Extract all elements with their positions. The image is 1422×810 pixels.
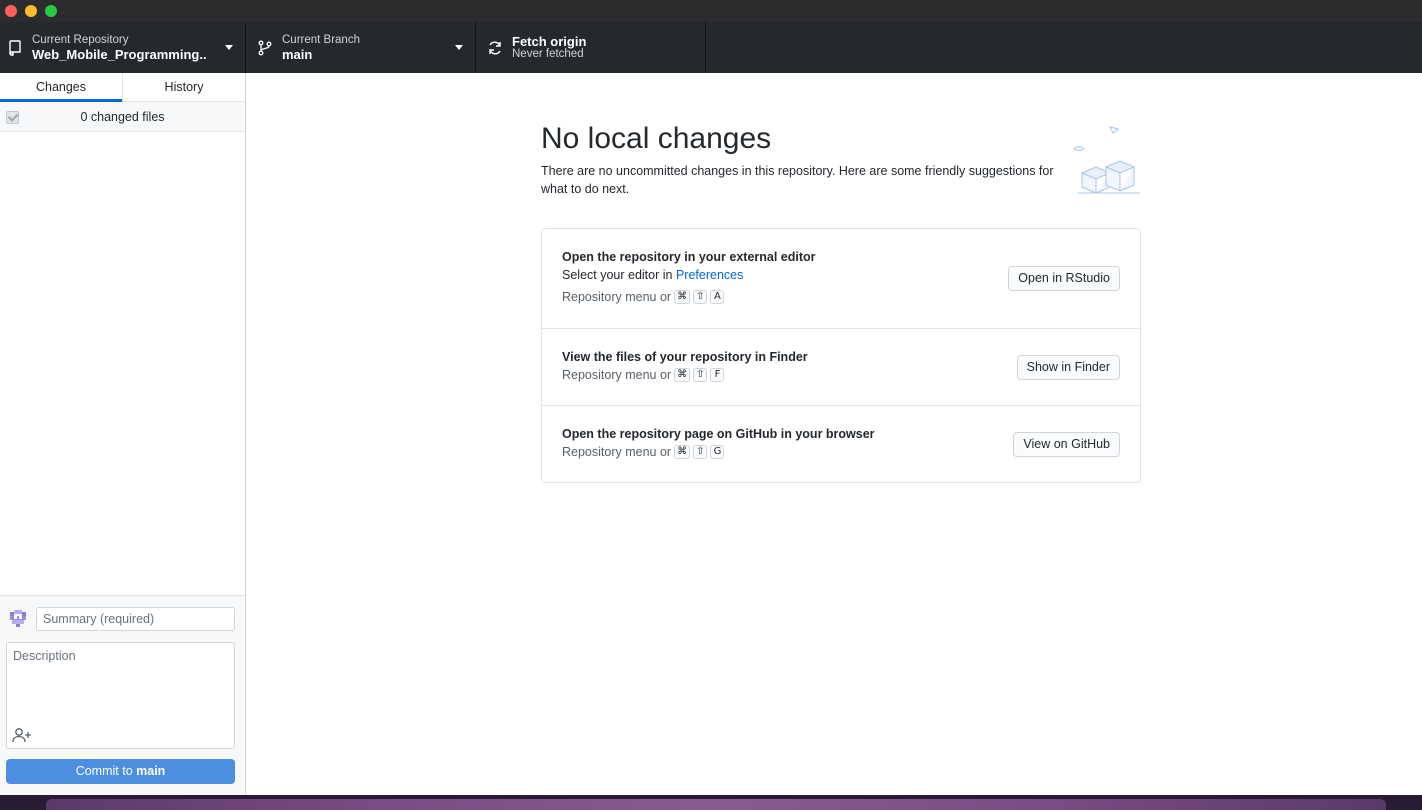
- page-title: No local changes: [541, 122, 772, 155]
- dock-bar[interactable]: [46, 799, 1386, 810]
- commit-button[interactable]: Commit to main: [6, 759, 235, 784]
- view-on-github-button[interactable]: View on GitHub: [1013, 432, 1120, 457]
- summary-input[interactable]: [36, 607, 235, 631]
- changed-files-header: 0 changed files: [0, 102, 245, 132]
- fetch-status: Never fetched: [512, 48, 584, 60]
- suggestion-open-editor: Open the repository in your external edi…: [542, 229, 1140, 329]
- suggestion-title: Open the repository page on GitHub in yo…: [562, 427, 875, 441]
- repository-icon: [9, 40, 21, 56]
- letter-key: G: [710, 445, 725, 459]
- fetch-origin-button[interactable]: Fetch origin Never fetched: [476, 22, 706, 73]
- shift-key: ⇧: [693, 290, 708, 304]
- current-repository-value: Web_Mobile_Programming...: [32, 47, 207, 62]
- title-bar: [0, 0, 1422, 22]
- avatar[interactable]: [8, 608, 28, 628]
- zoom-window-button[interactable]: [45, 5, 57, 17]
- shift-key: ⇧: [693, 445, 708, 459]
- letter-key: A: [710, 290, 725, 304]
- shortcut-hint: Repository menu or ⌘ ⇧ F: [562, 368, 725, 382]
- current-repository-button[interactable]: Current Repository Web_Mobile_Programmin…: [0, 22, 246, 73]
- current-branch-button[interactable]: Current Branch main: [246, 22, 476, 73]
- suggestion-view-on-github: Open the repository page on GitHub in yo…: [542, 406, 1140, 482]
- shortcut-menu-text: Repository menu or: [562, 368, 672, 382]
- suggestion-show-in-finder: View the files of your repository in Fin…: [542, 329, 1140, 406]
- tab-changes[interactable]: Changes: [0, 73, 123, 102]
- dock: [0, 795, 1422, 810]
- shortcut-menu-text: Repository menu or: [562, 445, 672, 459]
- sync-icon: [489, 41, 501, 55]
- blank-slate-illustration: [1073, 126, 1140, 194]
- letter-key: F: [710, 368, 725, 382]
- command-key: ⌘: [674, 445, 691, 459]
- chevron-down-icon: [455, 45, 463, 50]
- current-branch-value: main: [282, 47, 313, 62]
- command-key: ⌘: [674, 368, 691, 382]
- shortcut-hint: Repository menu or ⌘ ⇧ A: [562, 290, 725, 304]
- close-window-button[interactable]: [5, 5, 17, 17]
- shortcut-menu-text: Repository menu or: [562, 290, 672, 304]
- description-placeholder: Description: [13, 649, 76, 663]
- preferences-link[interactable]: Preferences: [676, 268, 743, 282]
- suggestion-detail-text: Select your editor in: [562, 268, 676, 282]
- sidebar-tabs: Changes History: [0, 73, 245, 102]
- shift-key: ⇧: [693, 368, 708, 382]
- show-in-finder-button[interactable]: Show in Finder: [1016, 355, 1120, 380]
- fetch-origin-label: Fetch origin: [512, 34, 587, 49]
- main-panel: No local changes There are no uncommitte…: [246, 73, 1422, 795]
- suggestion-title: View the files of your repository in Fin…: [562, 350, 808, 364]
- branch-icon: [258, 40, 272, 56]
- tab-history[interactable]: History: [123, 73, 245, 101]
- chevron-down-icon: [225, 45, 233, 50]
- add-coauthor-icon[interactable]: [12, 727, 32, 743]
- changed-files-count: 0 changed files: [80, 110, 165, 124]
- commit-button-prefix: Commit to: [75, 764, 137, 778]
- sidebar: Changes History 0 changed files Descript…: [0, 73, 246, 795]
- commit-button-branch: main: [136, 764, 166, 778]
- open-in-rstudio-button[interactable]: Open in RStudio: [1008, 266, 1120, 291]
- suggestion-detail: Select your editor in Preferences: [562, 268, 743, 282]
- description-field[interactable]: Description: [6, 642, 235, 749]
- minimize-window-button[interactable]: [25, 5, 37, 17]
- current-repository-label: Current Repository: [32, 34, 129, 46]
- toolbar: Current Repository Web_Mobile_Programmin…: [0, 22, 1422, 73]
- suggestions-card: Open the repository in your external edi…: [541, 228, 1141, 483]
- command-key: ⌘: [674, 290, 691, 304]
- page-subtitle: There are no uncommitted changes in this…: [541, 164, 1054, 196]
- shortcut-hint: Repository menu or ⌘ ⇧ G: [562, 445, 725, 459]
- current-branch-label: Current Branch: [282, 34, 360, 46]
- commit-panel: Description Commit to main: [0, 595, 245, 795]
- suggestion-title: Open the repository in your external edi…: [562, 250, 816, 264]
